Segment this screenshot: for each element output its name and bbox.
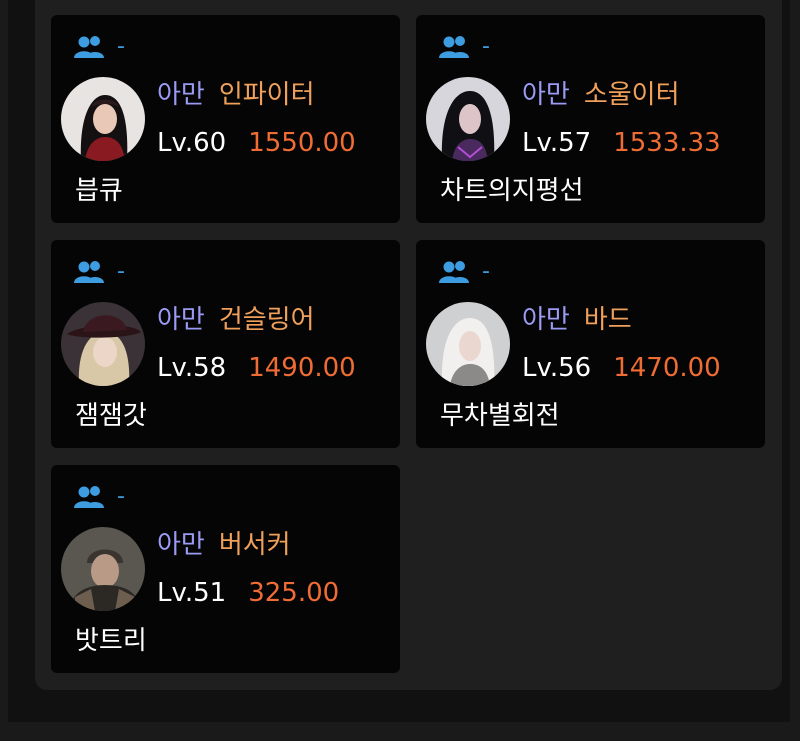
class-info: 아만 바드	[522, 304, 632, 336]
character-portrait-female-blonde-hat	[61, 302, 145, 386]
level-info: Lv.51 325.00	[157, 577, 339, 609]
class-info: 아만 소울이터	[522, 79, 680, 111]
server-name: 아만	[522, 80, 570, 110]
character-level: Lv.57	[522, 128, 592, 158]
party-indicator: -	[73, 485, 125, 509]
character-list-panel: - 아만 인파이터 Lv.60 1550.00 븝큐 - 아만 소울이터 Lv.…	[35, 0, 782, 690]
character-card[interactable]: - 아만 소울이터 Lv.57 1533.33 차트의지평선	[416, 15, 765, 223]
level-info: Lv.60 1550.00	[157, 127, 356, 159]
server-name: 아만	[522, 305, 570, 335]
character-portrait-male-armored	[61, 527, 145, 611]
class-info: 아만 버서커	[157, 529, 291, 561]
party-label: -	[117, 259, 125, 284]
character-name: 잼잼갓	[75, 401, 147, 431]
character-level: Lv.51	[157, 578, 227, 608]
party-label: -	[482, 34, 490, 59]
class-name: 인파이터	[218, 80, 315, 110]
item-level: 1490.00	[248, 353, 356, 383]
item-level: 1550.00	[248, 128, 356, 158]
class-name: 건슬링어	[218, 305, 315, 335]
class-info: 아만 건슬링어	[157, 304, 315, 336]
party-people-icon	[74, 486, 104, 508]
character-card[interactable]: - 아만 바드 Lv.56 1470.00 무차별회전	[416, 240, 765, 448]
character-name: 밧트리	[75, 626, 147, 656]
item-level: 1533.33	[613, 128, 721, 158]
server-name: 아만	[157, 80, 205, 110]
character-portrait-female-dark-hair-purple-outfit	[426, 77, 510, 161]
party-indicator: -	[73, 260, 125, 284]
class-name: 소울이터	[583, 80, 680, 110]
class-name: 바드	[583, 305, 632, 335]
party-label: -	[482, 259, 490, 284]
party-indicator: -	[73, 35, 125, 59]
server-name: 아만	[157, 530, 205, 560]
character-card[interactable]: - 아만 버서커 Lv.51 325.00 밧트리	[51, 465, 400, 673]
character-card[interactable]: - 아만 인파이터 Lv.60 1550.00 븝큐	[51, 15, 400, 223]
party-indicator: -	[438, 35, 490, 59]
character-name: 차트의지평선	[440, 176, 584, 206]
class-info: 아만 인파이터	[157, 79, 315, 111]
character-portrait-female-white-hair	[426, 302, 510, 386]
level-info: Lv.56 1470.00	[522, 352, 721, 384]
character-name: 븝큐	[75, 176, 123, 206]
page-frame: - 아만 인파이터 Lv.60 1550.00 븝큐 - 아만 소울이터 Lv.…	[8, 0, 790, 722]
server-name: 아만	[157, 305, 205, 335]
party-indicator: -	[438, 260, 490, 284]
character-card[interactable]: - 아만 건슬링어 Lv.58 1490.00 잼잼갓	[51, 240, 400, 448]
party-people-icon	[74, 36, 104, 58]
party-label: -	[117, 34, 125, 59]
character-level: Lv.60	[157, 128, 227, 158]
class-name: 버서커	[218, 530, 291, 560]
party-people-icon	[439, 36, 469, 58]
character-name: 무차별회전	[440, 401, 560, 431]
item-level: 325.00	[248, 578, 340, 608]
character-portrait-female-dark-hair-red-outfit	[61, 77, 145, 161]
party-people-icon	[74, 261, 104, 283]
item-level: 1470.00	[613, 353, 721, 383]
level-info: Lv.58 1490.00	[157, 352, 356, 384]
character-level: Lv.58	[157, 353, 227, 383]
party-label: -	[117, 484, 125, 509]
party-people-icon	[439, 261, 469, 283]
level-info: Lv.57 1533.33	[522, 127, 721, 159]
character-level: Lv.56	[522, 353, 592, 383]
